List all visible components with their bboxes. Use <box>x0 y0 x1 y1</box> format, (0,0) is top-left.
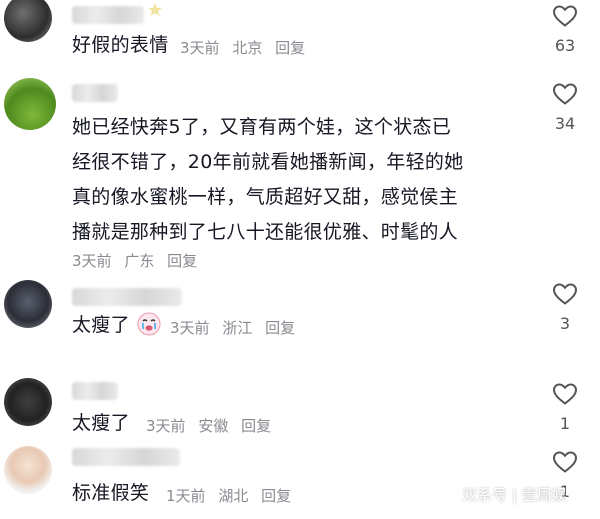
comment-text-line: 她已经快奔5了，又育有两个娃，这个状态已 <box>72 116 452 138</box>
avatar[interactable] <box>4 446 52 494</box>
comment-text: 她已经快奔5了，又育有两个娃，这个状态已 经很不错了，20年前就看她播新闻，年轻… <box>72 112 532 247</box>
avatar[interactable] <box>4 280 52 328</box>
reply-button[interactable]: 回复 <box>167 252 197 270</box>
avatar[interactable] <box>4 0 52 42</box>
comment-location: 北京 <box>232 39 263 57</box>
comment-location: 浙江 <box>222 319 253 337</box>
comment-location: 湖北 <box>218 487 249 505</box>
comment-meta: 3天前 安徽 回复 <box>146 415 279 436</box>
comment-meta: 3天前 广东 回复 <box>72 250 205 271</box>
reply-button[interactable]: 回复 <box>241 417 271 435</box>
like-group: 63 <box>540 4 590 55</box>
like-count: 3 <box>559 314 571 333</box>
heart-outline-icon[interactable] <box>552 450 578 474</box>
comment-text: 标准假笑 <box>72 482 150 504</box>
comment-text-body: 太瘦了 <box>72 314 130 336</box>
comment-time: 3天前 <box>72 252 112 270</box>
like-group: 3 <box>540 282 590 333</box>
username-blurred[interactable] <box>72 448 180 466</box>
comment-text: 好假的表情 <box>72 34 169 56</box>
reply-button[interactable]: 回复 <box>275 39 305 57</box>
comment-time: 3天前 <box>180 39 220 57</box>
comment-text-line: 真的像水蜜桃一样，气质超好又甜，感觉侯主 <box>72 186 459 208</box>
comment-text-line: 播就是那种到了七八十还能很优雅、时髦的人 <box>72 221 459 243</box>
like-group: 34 <box>540 82 590 133</box>
heart-outline-icon[interactable] <box>552 382 578 406</box>
comment-text-line: 经很不错了，20年前就看她播新闻，年轻的她 <box>72 151 464 173</box>
comment-time: 3天前 <box>170 319 210 337</box>
comment-text: 太瘦了 <box>72 310 162 340</box>
like-group: 1 <box>540 382 590 433</box>
comment-time: 3天前 <box>146 417 186 435</box>
username-blurred[interactable] <box>72 6 144 24</box>
comment-text: 太瘦了 <box>72 412 130 434</box>
avatar[interactable] <box>4 378 52 426</box>
username-blurred[interactable] <box>72 84 118 102</box>
comment-location: 广东 <box>124 252 155 270</box>
reply-button[interactable]: 回复 <box>265 319 295 337</box>
like-count: 34 <box>554 114 576 133</box>
like-count: 1 <box>559 414 571 433</box>
heart-outline-icon[interactable] <box>552 282 578 306</box>
comment-meta: 3天前 浙江 回复 <box>170 317 303 338</box>
crying-face-emoji <box>137 312 161 336</box>
like-count: 63 <box>554 36 576 55</box>
comment-time: 1天前 <box>166 487 206 505</box>
star-icon <box>148 3 162 16</box>
comment-meta: 1天前 湖北 回复 <box>166 485 299 506</box>
username-blurred[interactable] <box>72 382 118 400</box>
comment-meta: 3天前 北京 回复 <box>180 37 313 58</box>
comment-location: 安徽 <box>198 417 229 435</box>
avatar[interactable] <box>4 78 56 130</box>
watermark: 双系号 | 壹周娱 <box>462 486 567 504</box>
username-blurred[interactable] <box>72 288 182 306</box>
reply-button[interactable]: 回复 <box>261 487 291 505</box>
heart-outline-icon[interactable] <box>552 82 578 106</box>
heart-outline-icon[interactable] <box>552 4 578 28</box>
